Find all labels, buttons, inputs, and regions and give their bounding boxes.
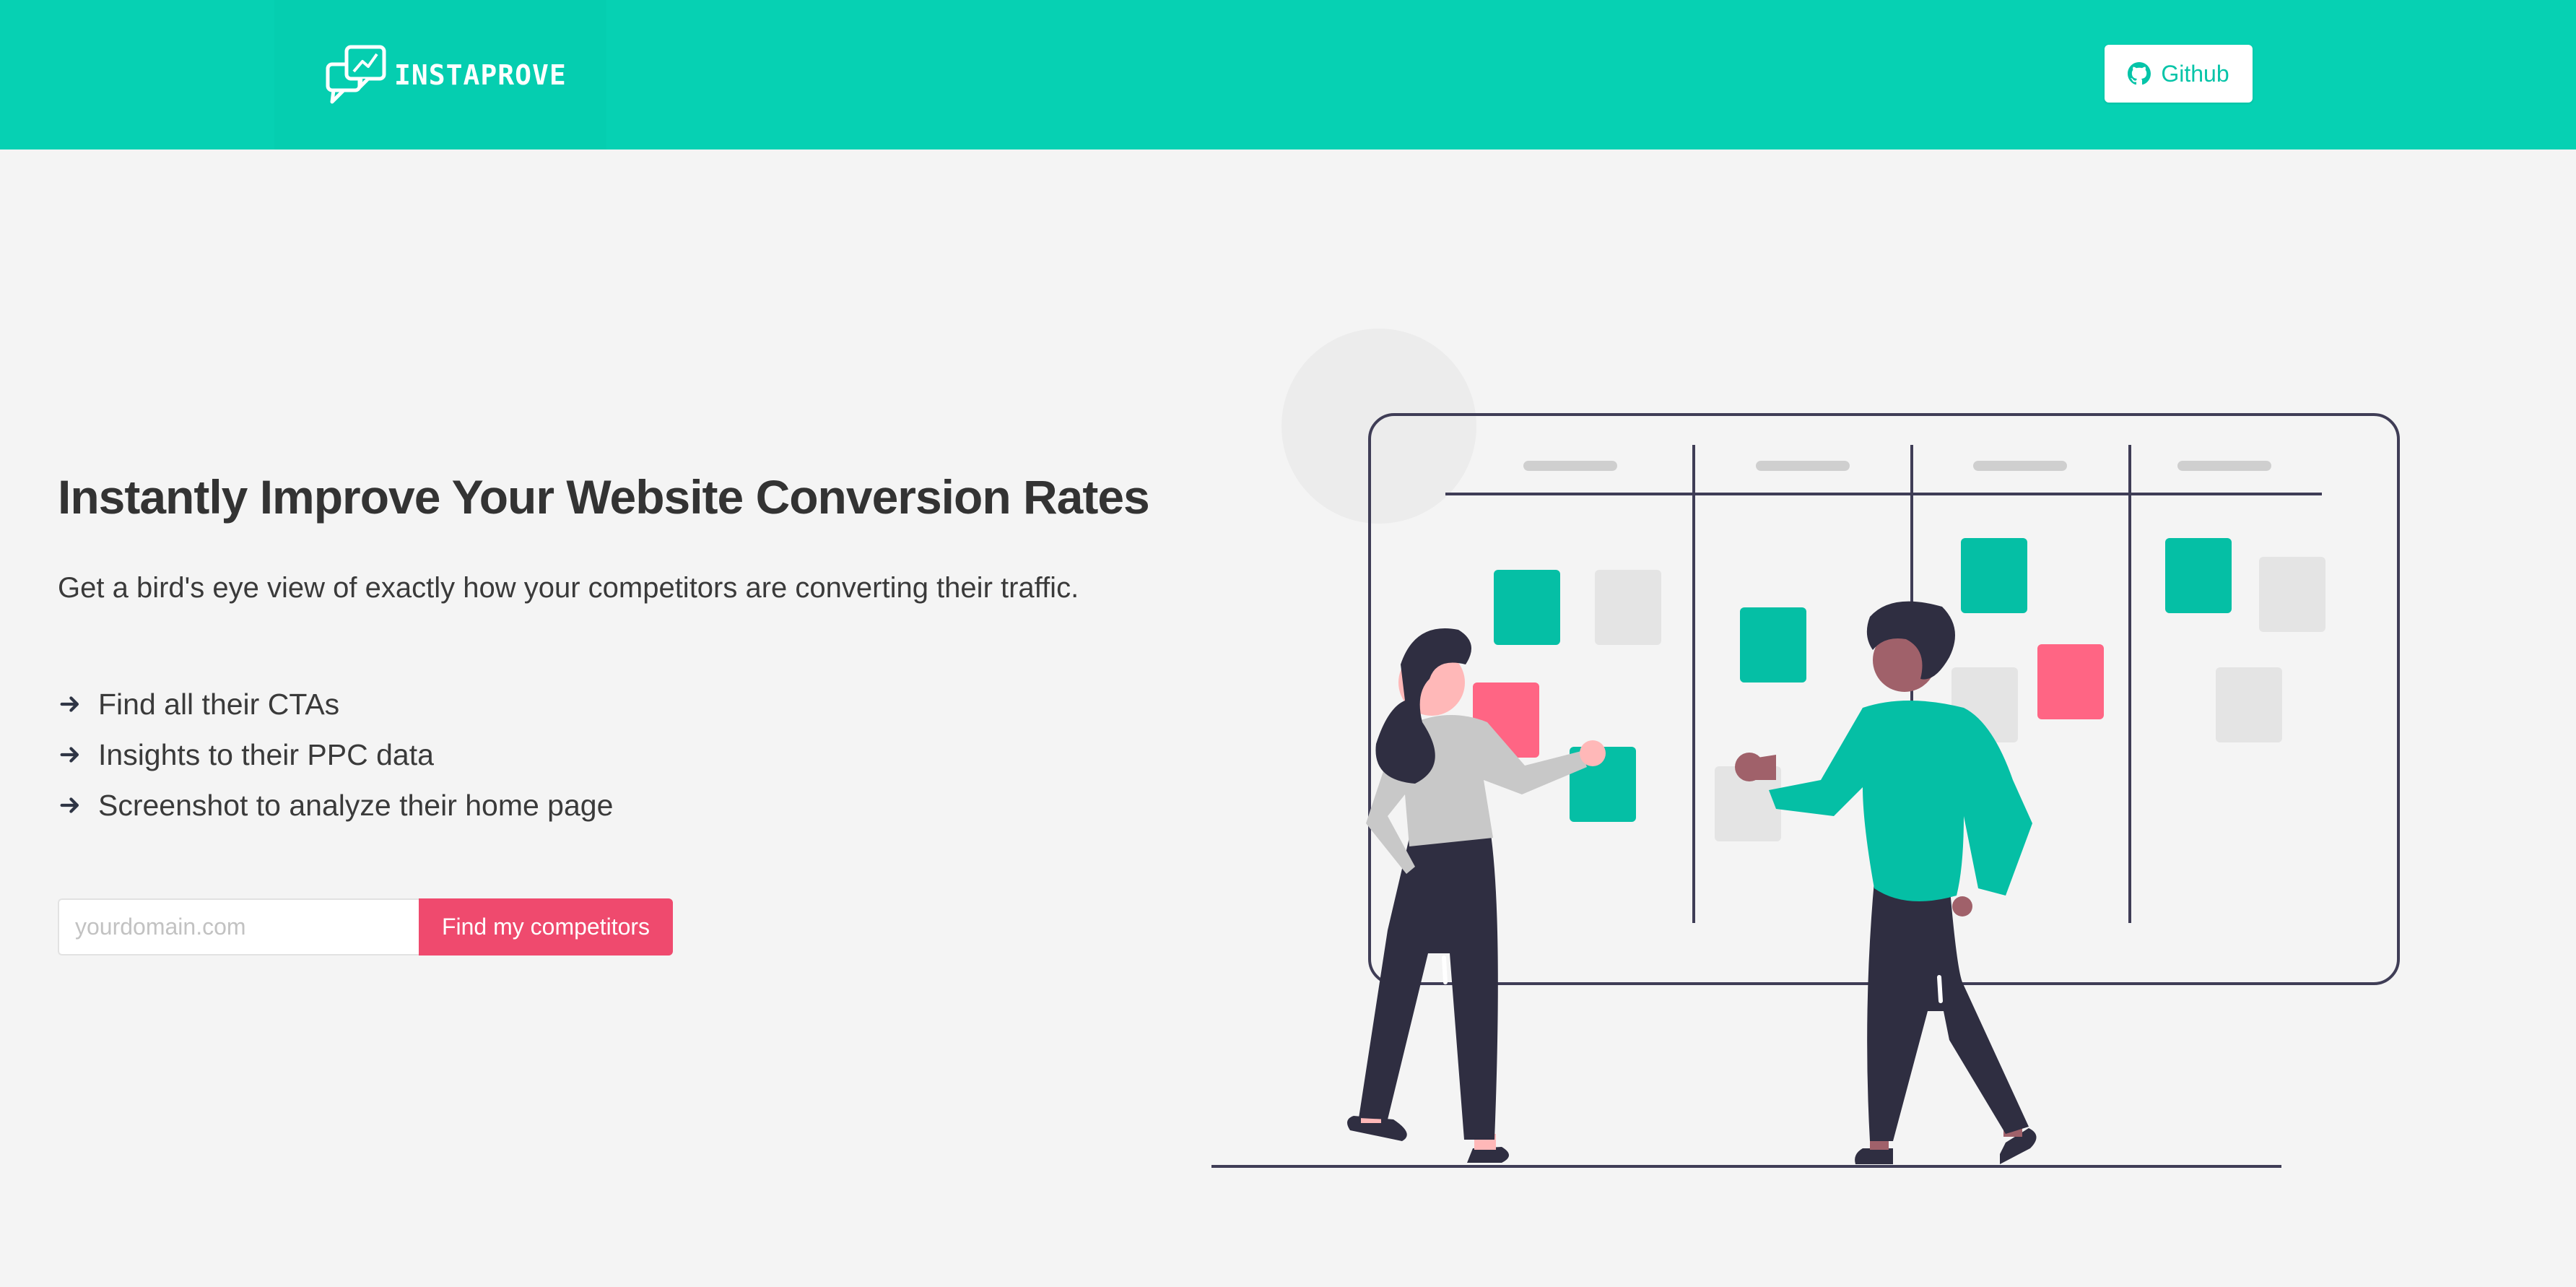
feature-item: Screenshot to analyze their home page <box>58 780 613 831</box>
feature-list: Find all their CTAs Insights to their PP… <box>58 679 613 831</box>
github-button-label: Github <box>2161 60 2229 87</box>
kanban-card <box>2037 644 2104 719</box>
arrow-right-icon <box>60 696 79 712</box>
page-title: Instantly Improve Your Website Conversio… <box>58 470 1150 524</box>
feature-label: Find all their CTAs <box>98 687 340 721</box>
github-button[interactable]: Github <box>2105 45 2253 103</box>
team-kanban-illustration <box>1211 329 2400 1168</box>
top-navbar: INSTAPROVE Github <box>0 0 2576 150</box>
domain-input[interactable] <box>58 898 419 956</box>
feature-label: Screenshot to analyze their home page <box>98 788 614 822</box>
kanban-card <box>1740 607 1806 682</box>
github-icon <box>2128 62 2151 85</box>
kanban-card <box>2165 538 2232 613</box>
brand-logo[interactable]: INSTAPROVE <box>274 0 606 150</box>
feature-item: Insights to their PPC data <box>58 729 613 780</box>
hero-subtitle: Get a bird's eye view of exactly how you… <box>58 572 1079 604</box>
feature-label: Insights to their PPC data <box>98 737 434 771</box>
kanban-card <box>2259 557 2325 632</box>
logo-text: INSTAPROVE <box>394 58 567 91</box>
arrow-right-icon <box>60 747 79 763</box>
kanban-card <box>1494 570 1560 645</box>
feature-item: Find all their CTAs <box>58 679 613 729</box>
find-competitors-button[interactable]: Find my competitors <box>419 898 673 956</box>
kanban-card <box>2216 667 2282 742</box>
arrow-right-icon <box>60 797 79 813</box>
chat-bubbles-chart-icon <box>326 45 386 103</box>
competitor-search-form: Find my competitors <box>58 898 673 956</box>
kanban-card <box>1595 570 1661 645</box>
kanban-card <box>1961 538 2027 613</box>
